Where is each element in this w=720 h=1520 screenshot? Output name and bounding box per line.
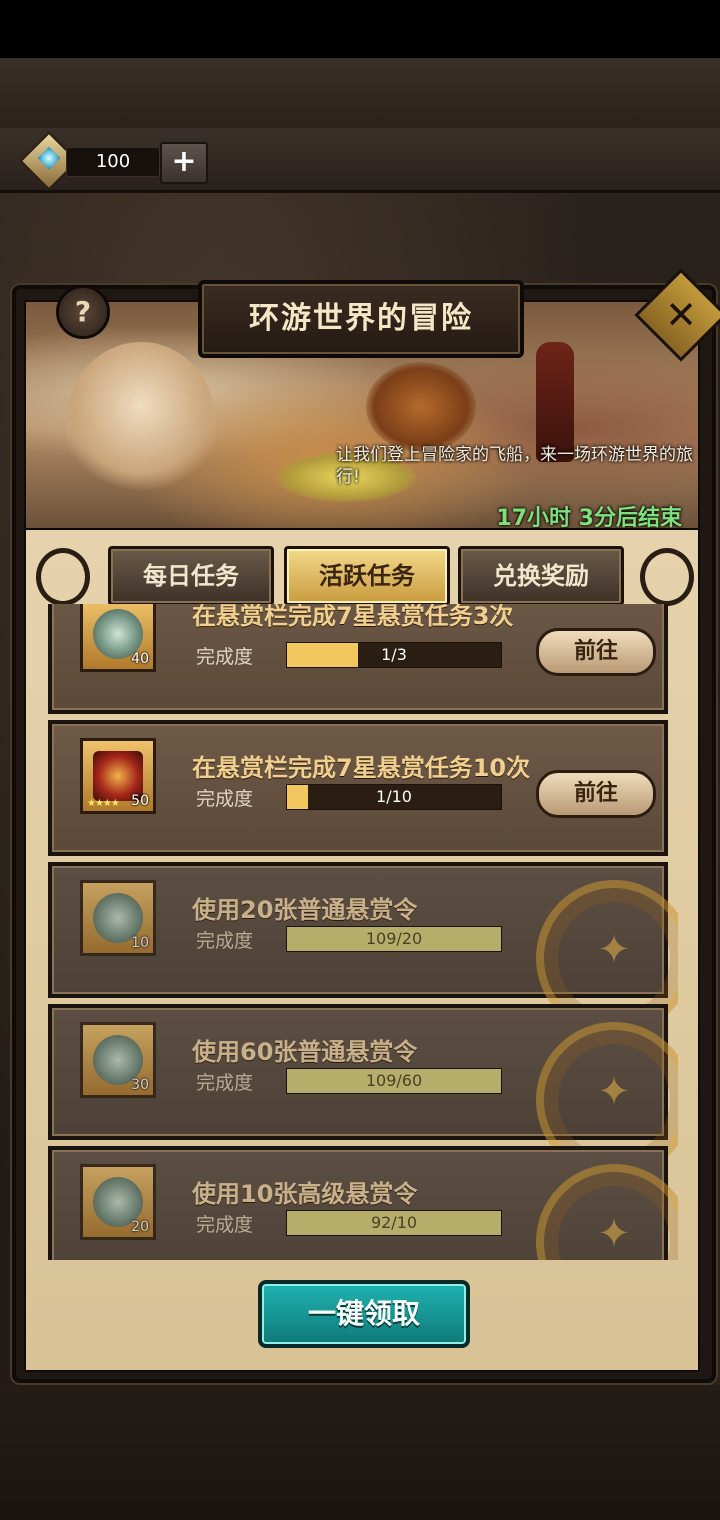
status-bar-area (0, 0, 720, 58)
go-button[interactable]: 前往 (536, 770, 656, 818)
gem-count: 100 (66, 147, 160, 177)
close-icon: ✕ (665, 293, 697, 337)
progress-bar: 109/20 (286, 926, 502, 952)
tab-active-tasks[interactable]: 活跃任务 (284, 546, 450, 606)
go-button[interactable]: 前往 (536, 628, 656, 676)
roast-chicken-art (366, 362, 476, 452)
reward-item-icon: 20 (80, 1164, 156, 1240)
progress-text: 109/60 (365, 1071, 423, 1090)
help-button[interactable]: ? (56, 285, 110, 339)
star-rating: ★★★★ (87, 798, 120, 809)
header-strip (0, 58, 720, 130)
tab-exchange-rewards[interactable]: 兑换奖励 (458, 546, 624, 606)
task-title: 在悬赏栏完成7星悬赏任务10次 (192, 754, 531, 782)
progress-bar: 1/10 (286, 784, 502, 810)
reward-item-icon: ★★★★ 50 (80, 738, 156, 814)
completed-stamp-icon: ✦ (536, 1164, 678, 1260)
reward-item-icon: 10 (80, 880, 156, 956)
progress-label: 完成度 (196, 646, 254, 668)
progress-text: 109/20 (365, 929, 423, 948)
reward-item-icon: 30 (80, 1022, 156, 1098)
progress-bar: 109/60 (286, 1068, 502, 1094)
progress-text: 92/10 (370, 1213, 418, 1232)
tab-daily-tasks[interactable]: 每日任务 (108, 546, 274, 606)
event-description: 让我们登上冒险家的飞船，来一场环游世界的旅行! (336, 445, 693, 487)
ornament-left-icon (36, 548, 90, 606)
reward-count: 20 (131, 1219, 149, 1235)
reward-count: 10 (131, 935, 149, 951)
task-list[interactable]: 40 在悬赏栏完成7星悬赏任务3次 完成度 1/3 前往 ★★★★ 50 在悬赏栏… (42, 604, 678, 1260)
progress-text: 1/3 (381, 645, 407, 664)
add-gems-button[interactable]: + (160, 142, 208, 184)
task-row: 10 使用20张普通悬赏令 完成度 109/20 ✦ (48, 862, 678, 1036)
progress-label: 完成度 (196, 1072, 254, 1094)
bottom-background (0, 1385, 720, 1520)
task-row: 30 使用60张普通悬赏令 完成度 109/60 ✦ (48, 1004, 678, 1178)
chef-character-art (66, 342, 216, 502)
reward-count: 40 (131, 651, 149, 667)
task-row: 20 使用10张高级悬赏令 完成度 92/10 ✦ (48, 1146, 678, 1260)
progress-label: 完成度 (196, 788, 254, 810)
tab-bar: 每日任务 活跃任务 兑换奖励 (108, 546, 624, 606)
progress-text: 1/10 (376, 787, 412, 806)
reward-count: 50 (131, 793, 149, 809)
ornament-right-icon (640, 548, 694, 606)
task-title: 使用20张普通悬赏令 (192, 896, 418, 924)
event-title: 环游世界的冒险 (198, 280, 524, 358)
claim-all-button[interactable]: 一键领取 (258, 1280, 470, 1348)
reward-count: 30 (131, 1077, 149, 1093)
reward-item-icon: 40 (80, 604, 156, 672)
task-title: 在悬赏栏完成7星悬赏任务3次 (192, 604, 514, 630)
progress-bar: 92/10 (286, 1210, 502, 1236)
task-row: ★★★★ 50 在悬赏栏完成7星悬赏任务10次 完成度 1/10 前往 (48, 720, 668, 856)
task-title: 使用10张高级悬赏令 (192, 1180, 418, 1208)
progress-bar: 1/3 (286, 642, 502, 668)
progress-label: 完成度 (196, 930, 254, 952)
task-row: 40 在悬赏栏完成7星悬赏任务3次 完成度 1/3 前往 (48, 604, 668, 714)
progress-label: 完成度 (196, 1214, 254, 1236)
task-title: 使用60张普通悬赏令 (192, 1038, 418, 1066)
